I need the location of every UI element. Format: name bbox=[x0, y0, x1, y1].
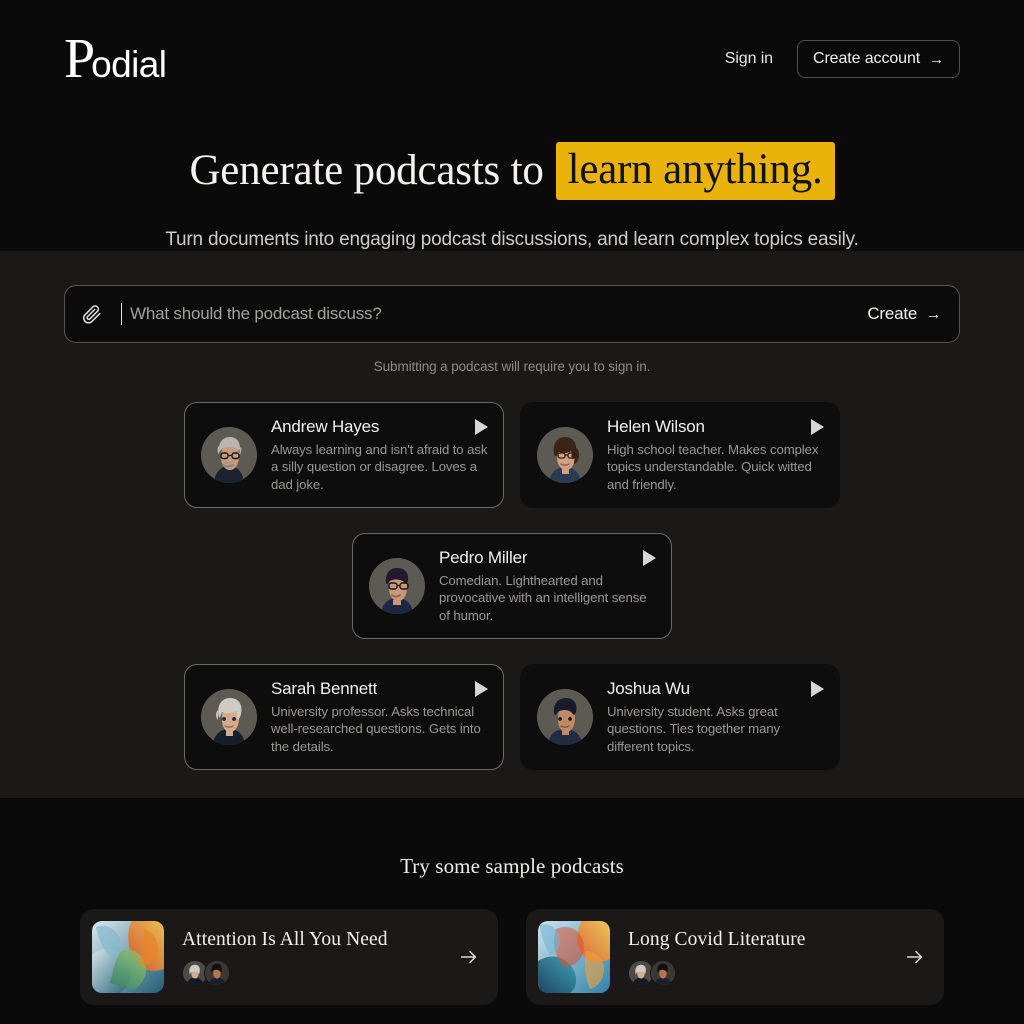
sample-body: Attention Is All You Need bbox=[182, 929, 440, 986]
create-account-label: Create account bbox=[812, 50, 921, 67]
persona-body: Pedro Miller Comedian. Lighthearted and … bbox=[439, 548, 657, 625]
create-button-label: Create bbox=[867, 304, 918, 323]
avatar bbox=[537, 689, 593, 745]
persona-row: Pedro Miller Comedian. Lighthearted and … bbox=[64, 533, 960, 639]
headline-plain-text: Generate podcasts to bbox=[189, 146, 544, 194]
persona-row: Sarah Bennett University professor. Asks… bbox=[64, 664, 960, 770]
logo-serif-p: P bbox=[64, 28, 95, 90]
create-account-button[interactable]: Create account → bbox=[796, 40, 960, 78]
sample-host-avatars bbox=[182, 959, 440, 986]
persona-card-helen-wilson[interactable]: Helen Wilson High school teacher. Makes … bbox=[520, 402, 840, 508]
logo-wordmark: odial bbox=[91, 44, 167, 85]
compose-section: Create → Submitting a podcast will requi… bbox=[0, 251, 1024, 798]
arrow-right-icon bbox=[904, 946, 926, 968]
headline-highlight-text: learn anything. bbox=[555, 142, 835, 200]
header-nav: Sign in Create account → bbox=[725, 40, 960, 78]
samples-title: Try some sample podcasts bbox=[400, 854, 624, 878]
signin-required-note: Submitting a podcast will require you to… bbox=[373, 359, 651, 374]
persona-description: Always learning and isn't afraid to ask … bbox=[271, 442, 488, 492]
persona-description: University professor. Asks technical wel… bbox=[271, 704, 481, 754]
podcast-thumbnail bbox=[538, 921, 610, 993]
podcast-thumbnail bbox=[92, 921, 164, 993]
play-icon[interactable] bbox=[641, 549, 657, 566]
sign-in-link[interactable]: Sign in bbox=[725, 50, 773, 68]
persona-grid: Andrew Hayes Always learning and isn't a… bbox=[64, 402, 960, 770]
persona-name: Helen Wilson bbox=[607, 416, 705, 436]
arrow-right-icon: → bbox=[926, 305, 941, 323]
arrow-right-icon: → bbox=[929, 50, 944, 68]
persona-name: Joshua Wu bbox=[607, 678, 690, 698]
page-title: Generate podcasts to learn anything. bbox=[0, 142, 1024, 200]
persona-name: Andrew Hayes bbox=[271, 416, 380, 436]
paperclip-icon[interactable] bbox=[81, 303, 103, 325]
play-icon[interactable] bbox=[809, 418, 825, 435]
persona-card-pedro-miller[interactable]: Pedro Miller Comedian. Lighthearted and … bbox=[352, 533, 672, 639]
sample-podcast-title: Attention Is All You Need bbox=[182, 928, 388, 950]
site-header: P odial Sign in Create account → bbox=[0, 0, 1024, 92]
sample-podcast-card-long-covid[interactable]: Long Covid Literature bbox=[526, 909, 944, 1005]
hero-section: P odial Sign in Create account → Generat… bbox=[0, 0, 1024, 251]
avatar bbox=[201, 427, 257, 483]
persona-card-andrew-hayes[interactable]: Andrew Hayes Always learning and isn't a… bbox=[184, 402, 504, 508]
prompt-bar: Create → bbox=[64, 285, 960, 343]
sample-podcast-title: Long Covid Literature bbox=[628, 928, 806, 950]
persona-description: High school teacher. Makes complex topic… bbox=[607, 442, 819, 492]
play-icon[interactable] bbox=[809, 680, 825, 697]
persona-body: Helen Wilson High school teacher. Makes … bbox=[607, 417, 825, 494]
persona-body: Andrew Hayes Always learning and isn't a… bbox=[271, 417, 489, 494]
avatar bbox=[369, 558, 425, 614]
samples-row: Attention Is All You Need Long Covid Lit… bbox=[80, 909, 944, 1005]
persona-name: Sarah Bennett bbox=[271, 678, 378, 698]
avatar bbox=[537, 427, 593, 483]
persona-row: Andrew Hayes Always learning and isn't a… bbox=[64, 402, 960, 508]
persona-body: Sarah Bennett University professor. Asks… bbox=[271, 679, 489, 756]
persona-card-joshua-wu[interactable]: Joshua Wu University student. Asks great… bbox=[520, 664, 840, 770]
hero-subtitle: Turn documents into engaging podcast dis… bbox=[165, 229, 859, 250]
podcast-topic-input[interactable] bbox=[121, 303, 848, 325]
arrow-right-icon bbox=[458, 946, 480, 968]
sample-host-avatars bbox=[628, 959, 886, 986]
create-podcast-button[interactable]: Create → bbox=[847, 304, 941, 324]
persona-card-sarah-bennett[interactable]: Sarah Bennett University professor. Asks… bbox=[184, 664, 504, 770]
persona-description: Comedian. Lighthearted and provocative w… bbox=[439, 573, 647, 623]
avatar bbox=[201, 689, 257, 745]
landing-page: P odial Sign in Create account → Generat… bbox=[0, 0, 1024, 1024]
avatar bbox=[204, 959, 230, 986]
hero-content: Generate podcasts to learn anything. Tur… bbox=[0, 92, 1024, 251]
sample-podcast-card-attention[interactable]: Attention Is All You Need bbox=[80, 909, 498, 1005]
samples-section: Try some sample podcasts Attention Is Al… bbox=[0, 798, 1024, 1005]
play-icon[interactable] bbox=[473, 680, 489, 697]
persona-description: University student. Asks great questions… bbox=[607, 704, 781, 754]
play-icon[interactable] bbox=[473, 418, 489, 435]
avatar bbox=[650, 959, 676, 986]
sample-body: Long Covid Literature bbox=[628, 929, 886, 986]
persona-name: Pedro Miller bbox=[439, 547, 528, 567]
logo[interactable]: P odial bbox=[64, 28, 167, 90]
persona-body: Joshua Wu University student. Asks great… bbox=[607, 679, 825, 756]
